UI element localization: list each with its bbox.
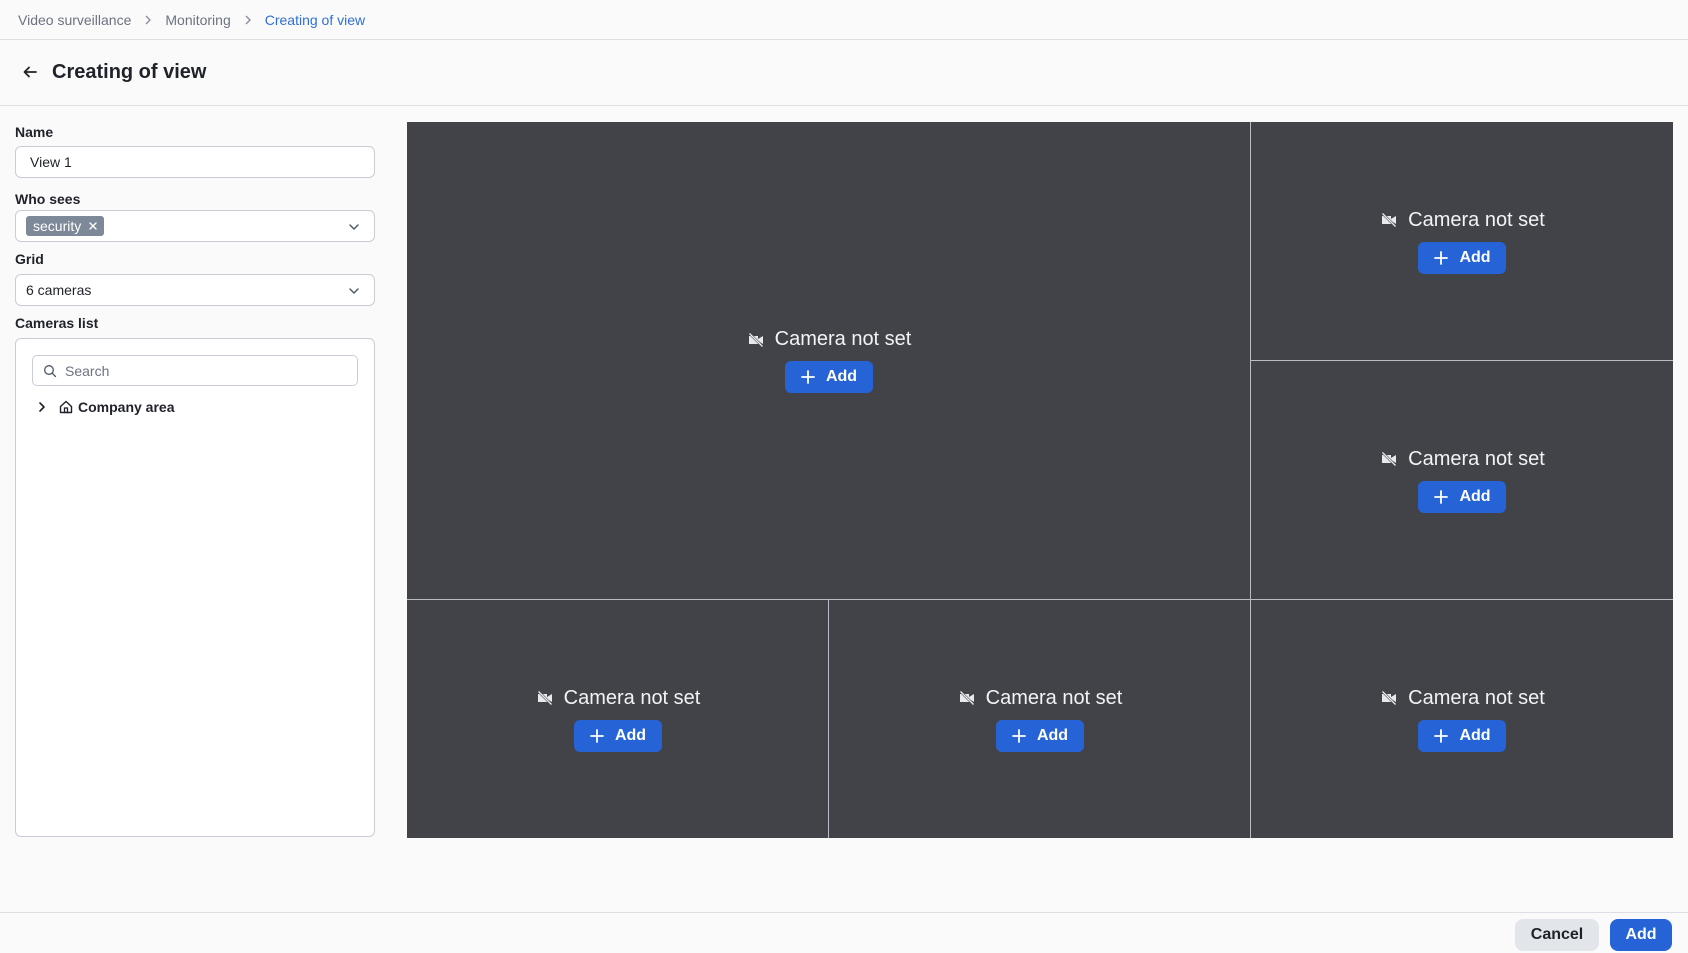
footer-actions: Cancel Add — [0, 912, 1688, 953]
who-sees-label: Who sees — [15, 191, 81, 207]
add-camera-button[interactable]: Add — [573, 719, 662, 752]
name-label: Name — [15, 124, 54, 140]
name-input[interactable] — [15, 146, 375, 178]
add-camera-button[interactable]: Add — [1418, 480, 1506, 513]
chevron-right-icon[interactable] — [36, 401, 48, 413]
close-icon[interactable] — [87, 220, 99, 232]
camera-off-icon — [1379, 688, 1399, 708]
grid-divider — [1250, 122, 1251, 838]
add-camera-button[interactable]: Add — [784, 361, 873, 393]
add-camera-button[interactable]: Add — [995, 719, 1084, 752]
breadcrumb-monitoring[interactable]: Monitoring — [165, 12, 230, 28]
breadcrumb: Video surveillance Monitoring Creating o… — [0, 0, 1688, 40]
camera-cell: Camera not set Add — [1251, 361, 1673, 599]
plus-icon — [1011, 728, 1027, 744]
cancel-button[interactable]: Cancel — [1515, 919, 1599, 951]
camera-cell-title: Camera not set — [1379, 687, 1545, 710]
camera-cell: Camera not set Add — [407, 600, 828, 838]
search-icon — [43, 364, 57, 378]
breadcrumb-video-surveillance[interactable]: Video surveillance — [18, 12, 131, 28]
camera-cell-title: Camera not set — [535, 686, 701, 710]
page-header: Creating of view — [0, 40, 1688, 106]
camera-cell: Camera not set Add — [1251, 122, 1673, 360]
camera-search-input[interactable] — [65, 362, 345, 379]
camera-not-set-text: Camera not set — [1408, 208, 1545, 231]
tree-item-company-area[interactable]: Company area — [36, 395, 174, 419]
chevron-right-icon — [243, 15, 253, 25]
camera-grid: Camera not set Add Camera not set Add Ca… — [407, 122, 1673, 838]
chevron-down-icon — [348, 285, 360, 297]
plus-icon — [589, 728, 605, 744]
cameras-list-panel: Company area — [15, 338, 375, 837]
plus-icon — [800, 369, 816, 385]
add-button-label: Add — [614, 726, 647, 744]
camera-not-set-text: Camera not set — [563, 686, 701, 709]
cameras-list-label: Cameras list — [15, 315, 99, 331]
camera-off-icon — [1379, 449, 1399, 469]
chevron-right-icon — [143, 15, 153, 25]
camera-cell-title: Camera not set — [746, 328, 912, 351]
plus-icon — [1433, 728, 1449, 744]
grid-divider — [407, 599, 1673, 600]
camera-not-set-text: Camera not set — [1408, 686, 1545, 709]
camera-off-icon — [1379, 210, 1399, 230]
home-icon — [58, 399, 74, 415]
who-sees-tag: security — [26, 216, 105, 236]
tag-label: security — [33, 218, 82, 234]
camera-cell: Camera not set Add — [407, 122, 1250, 599]
plus-icon — [1433, 250, 1449, 266]
camera-off-icon — [535, 688, 555, 708]
camera-not-set-text: Camera not set — [985, 686, 1123, 709]
submit-add-button[interactable]: Add — [1610, 919, 1672, 951]
grid-divider — [1251, 360, 1673, 361]
camera-cell-title: Camera not set — [1379, 448, 1545, 471]
arrow-left-icon[interactable] — [22, 64, 40, 82]
camera-off-icon — [746, 330, 766, 350]
add-camera-button[interactable]: Add — [1418, 241, 1506, 274]
page: Video surveillance Monitoring Creating o… — [0, 0, 1688, 953]
breadcrumb-creating-of-view: Creating of view — [264, 11, 366, 28]
camera-off-icon — [957, 688, 977, 708]
camera-cell-title: Camera not set — [1379, 209, 1545, 232]
chevron-down-icon — [348, 221, 360, 233]
camera-not-set-text: Camera not set — [774, 328, 912, 350]
page-title: Creating of view — [52, 61, 207, 83]
add-button-label: Add — [825, 368, 858, 385]
tree-item-label: Company area — [78, 399, 175, 415]
camera-cell-title: Camera not set — [957, 686, 1123, 710]
grid-select-value: 6 cameras — [26, 282, 92, 298]
add-button-label: Add — [1459, 248, 1491, 266]
camera-cell: Camera not set Add — [829, 600, 1250, 838]
grid-divider — [828, 600, 829, 838]
camera-cell: Camera not set Add — [1251, 600, 1673, 838]
plus-icon — [1433, 489, 1449, 505]
add-button-label: Add — [1459, 487, 1491, 505]
grid-select[interactable]: 6 cameras — [15, 274, 375, 306]
who-sees-select[interactable]: security — [15, 210, 375, 242]
add-button-label: Add — [1459, 726, 1491, 744]
grid-label: Grid — [15, 251, 44, 267]
camera-search-box — [32, 355, 358, 386]
camera-not-set-text: Camera not set — [1408, 447, 1545, 470]
add-camera-button[interactable]: Add — [1418, 719, 1506, 752]
add-button-label: Add — [1036, 726, 1069, 744]
